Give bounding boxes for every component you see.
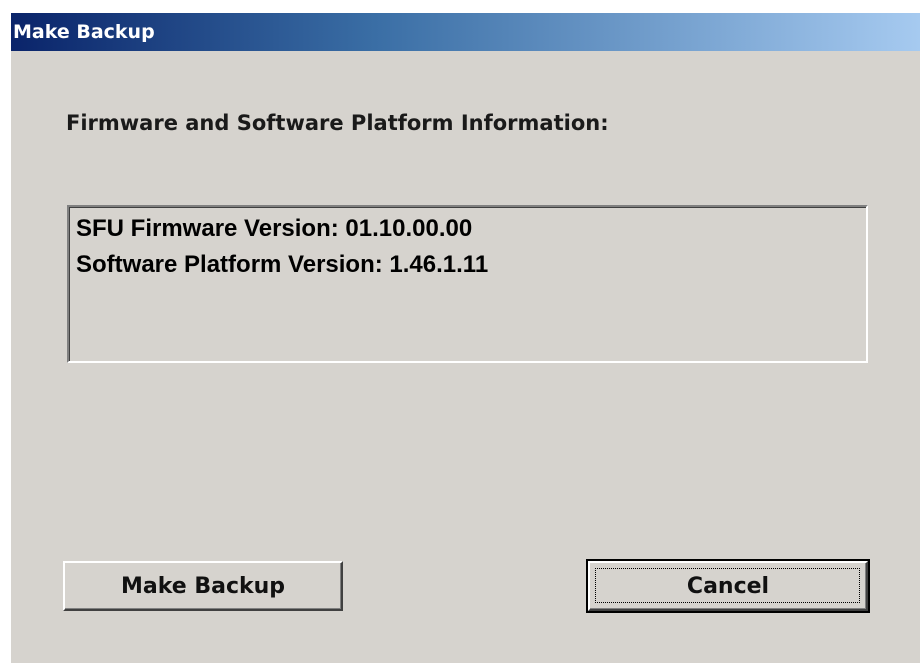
version-info-box: SFU Firmware Version: 01.10.00.00 Softwa… bbox=[67, 205, 868, 363]
make-backup-button[interactable]: Make Backup bbox=[63, 561, 343, 611]
platform-info-heading: Firmware and Software Platform Informati… bbox=[66, 111, 609, 135]
cancel-button[interactable]: Cancel bbox=[586, 559, 870, 613]
make-backup-button-label: Make Backup bbox=[120, 573, 286, 599]
make-backup-dialog: Make Backup Firmware and Software Platfo… bbox=[9, 13, 920, 663]
software-platform-version-text: Software Platform Version: 1.46.1.11 bbox=[76, 251, 489, 278]
cancel-button-label: Cancel bbox=[686, 573, 770, 599]
firmware-version-text: SFU Firmware Version: 01.10.00.00 bbox=[76, 215, 473, 242]
window-title: Make Backup bbox=[13, 21, 155, 43]
title-bar[interactable]: Make Backup bbox=[11, 13, 920, 51]
